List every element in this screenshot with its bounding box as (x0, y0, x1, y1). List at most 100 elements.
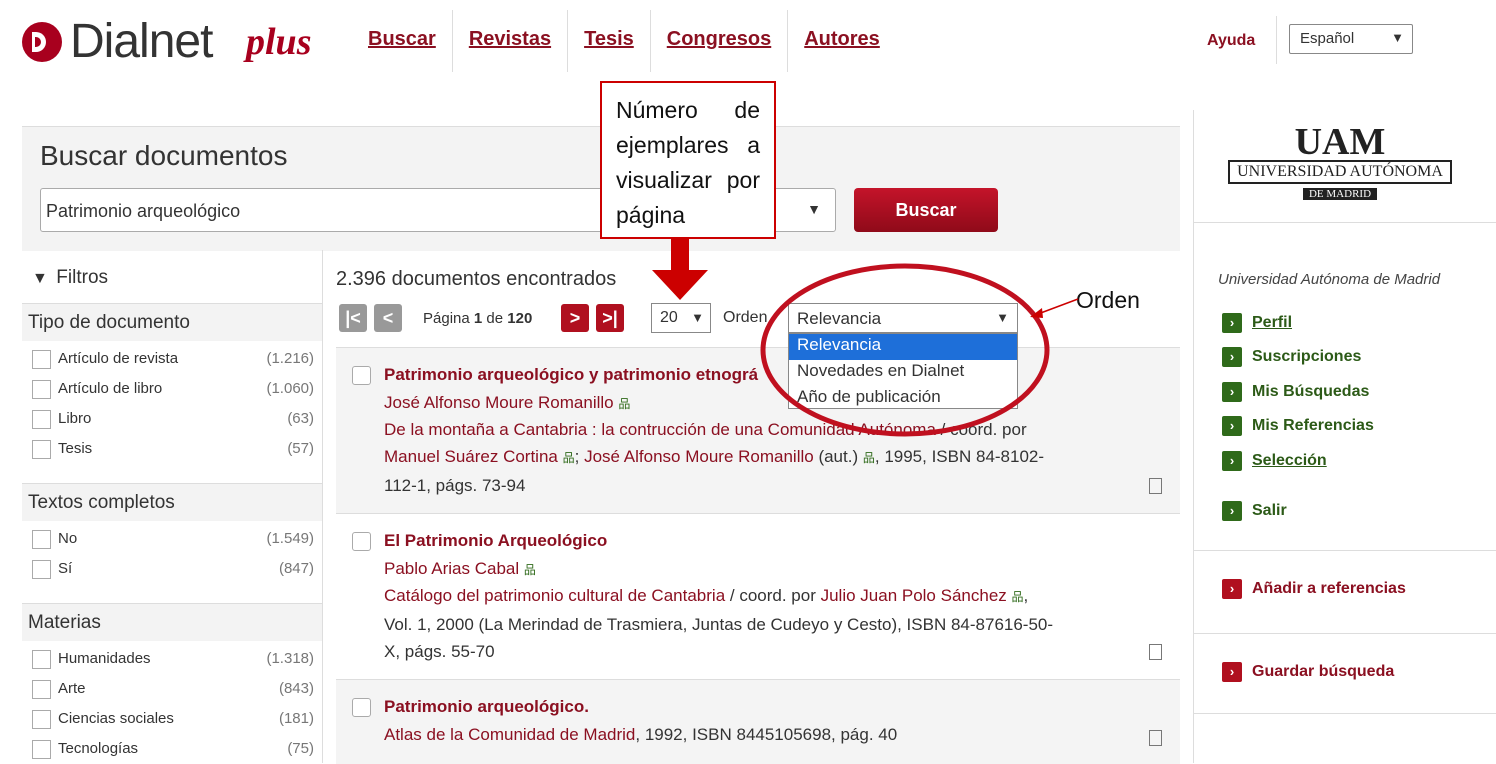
filter-item[interactable]: Artículo de revista (1.216) (32, 348, 314, 374)
nav-autores[interactable]: Autores (788, 10, 896, 72)
link-label: Perfil (1252, 314, 1293, 332)
source-link[interactable]: Atlas de la Comunidad de Madrid (384, 725, 635, 744)
nav-tesis[interactable]: Tesis (568, 10, 651, 72)
search-button[interactable]: Buscar (854, 188, 998, 232)
filter-item[interactable]: Sí (847) (32, 558, 314, 584)
result-source: Atlas de la Comunidad de Madrid, 1992, I… (384, 721, 1154, 748)
logo-text[interactable]: Dialnet (70, 14, 213, 69)
page-title: Buscar documentos (40, 140, 288, 171)
filter-item[interactable]: Artículo de libro (1.060) (32, 378, 314, 404)
annotation-circle-icon (760, 263, 1050, 437)
editor-link[interactable]: Manuel Suárez Cortina (384, 447, 558, 466)
sidebar-link-referencias[interactable]: › Mis Referencias (1222, 416, 1374, 436)
sidebar-link-perfil[interactable]: › Perfil (1222, 313, 1292, 333)
filter-item[interactable]: Arte (843) (32, 678, 314, 704)
sidebar-separator (1194, 222, 1496, 223)
checkbox[interactable] (32, 710, 51, 729)
save-search-button[interactable]: › Guardar búsqueda (1222, 662, 1394, 682)
network-icon[interactable]: 品 (618, 397, 630, 411)
network-icon[interactable]: 品 (863, 451, 875, 465)
prev-page-icon[interactable]: < (374, 304, 402, 332)
result-checkbox[interactable] (352, 532, 371, 551)
filter-item[interactable]: No (1.549) (32, 528, 314, 554)
source-link[interactable]: Catálogo del patrimonio cultural de Cant… (384, 586, 725, 605)
filter-label: Sí (58, 560, 73, 577)
network-icon[interactable]: 品 (1012, 590, 1024, 604)
chevron-down-icon[interactable]: ▼ (807, 201, 821, 217)
filter-group-title[interactable]: Textos completos (22, 483, 322, 521)
filter-count: (57) (287, 440, 314, 457)
checkbox[interactable] (32, 650, 51, 669)
nav-buscar[interactable]: Buscar (352, 10, 453, 72)
per-page-select[interactable]: 20 ▼ (651, 303, 711, 333)
filter-count: (843) (278, 680, 314, 697)
editor-link[interactable]: José Alfonso Moure Romanillo (584, 447, 814, 466)
editor-link[interactable]: Julio Juan Polo Sánchez (821, 586, 1007, 605)
language-select[interactable]: Español ▼ (1289, 24, 1413, 54)
checkbox[interactable] (32, 410, 51, 429)
document-icon[interactable] (1149, 730, 1162, 746)
filter-label: Artículo de revista (58, 350, 179, 367)
filter-item[interactable]: Humanidades (1.318) (32, 648, 314, 674)
checkbox[interactable] (32, 560, 51, 579)
result-checkbox[interactable] (352, 366, 371, 385)
checkbox[interactable] (32, 440, 51, 459)
result-title[interactable]: Patrimonio arqueológico. (384, 697, 589, 717)
result-checkbox[interactable] (352, 698, 371, 717)
search-query: Patrimonio arqueológico (46, 201, 241, 221)
network-icon[interactable]: 品 (563, 451, 575, 465)
uam-logo-city-wrap: DE MADRID (1228, 184, 1452, 202)
next-page-icon[interactable]: > (561, 304, 589, 332)
filter-count: (1.549) (266, 530, 314, 547)
filter-icon: ▼ (32, 270, 48, 287)
author-name[interactable]: Pablo Arias Cabal (384, 559, 519, 578)
filter-group-title[interactable]: Materias (22, 603, 322, 641)
document-icon[interactable] (1149, 644, 1162, 660)
result-details: 112-1, págs. 73-94 (384, 476, 526, 495)
sidebar-link-seleccion[interactable]: › Selección (1222, 451, 1327, 471)
filter-count: (1.318) (266, 650, 314, 667)
filter-count: (1.216) (266, 350, 314, 367)
institution-name: Universidad Autónoma de Madrid (1218, 271, 1441, 288)
page-total: 120 (507, 310, 533, 327)
checkbox[interactable] (32, 680, 51, 699)
checkbox[interactable] (32, 350, 51, 369)
filter-item[interactable]: Tecnologías (75) (32, 738, 314, 764)
last-page-icon[interactable]: >| (596, 304, 624, 332)
checkbox[interactable] (32, 740, 51, 759)
filter-label: Artículo de libro (58, 380, 163, 397)
link-label: Selección (1252, 452, 1327, 470)
help-link[interactable]: Ayuda (1207, 32, 1255, 50)
page-middle: de (486, 310, 504, 327)
network-icon[interactable]: 品 (524, 563, 536, 577)
filter-item[interactable]: Ciencias sociales (181) (32, 708, 314, 734)
nav-congresos[interactable]: Congresos (651, 10, 789, 72)
uam-logo[interactable]: UAM UNIVERSIDAD AUTÓNOMA DE MADRID (1228, 123, 1452, 202)
document-icon[interactable] (1149, 478, 1162, 494)
result-title[interactable]: El Patrimonio Arqueológico (384, 531, 607, 551)
checkbox[interactable] (32, 530, 51, 549)
add-references-button[interactable]: › Añadir a referencias (1222, 579, 1406, 599)
logout-link[interactable]: › Salir (1222, 501, 1287, 521)
filter-count: (1.060) (266, 380, 314, 397)
link-label: Salir (1252, 502, 1287, 520)
sidebar-separator (1194, 713, 1496, 714)
author-name[interactable]: José Alfonso Moure Romanillo (384, 393, 614, 412)
filter-item[interactable]: Tesis (57) (32, 438, 314, 464)
result-author[interactable]: Pablo Arias Cabal 品 (384, 555, 1154, 584)
sidebar-divider (1193, 110, 1194, 763)
dropdown-arrow-icon: ▼ (1391, 30, 1404, 45)
filters-header: ▼ Filtros (32, 267, 108, 289)
sidebar-link-suscripciones[interactable]: › Suscripciones (1222, 347, 1361, 367)
sidebar-link-busquedas[interactable]: › Mis Búsquedas (1222, 382, 1369, 402)
filter-group-title[interactable]: Tipo de documento (22, 303, 322, 341)
checkbox[interactable] (32, 380, 51, 399)
filter-item[interactable]: Libro (63) (32, 408, 314, 434)
result-title[interactable]: Patrimonio arqueológico y patrimonio etn… (384, 365, 758, 385)
arrow-right-icon: › (1222, 451, 1242, 471)
dialnet-logo-icon[interactable] (22, 22, 62, 62)
nav-revistas[interactable]: Revistas (453, 10, 569, 72)
result-item: El Patrimonio Arqueológico Pablo Arias C… (336, 513, 1180, 679)
filter-count: (181) (278, 710, 314, 727)
first-page-icon[interactable]: |< (339, 304, 367, 332)
